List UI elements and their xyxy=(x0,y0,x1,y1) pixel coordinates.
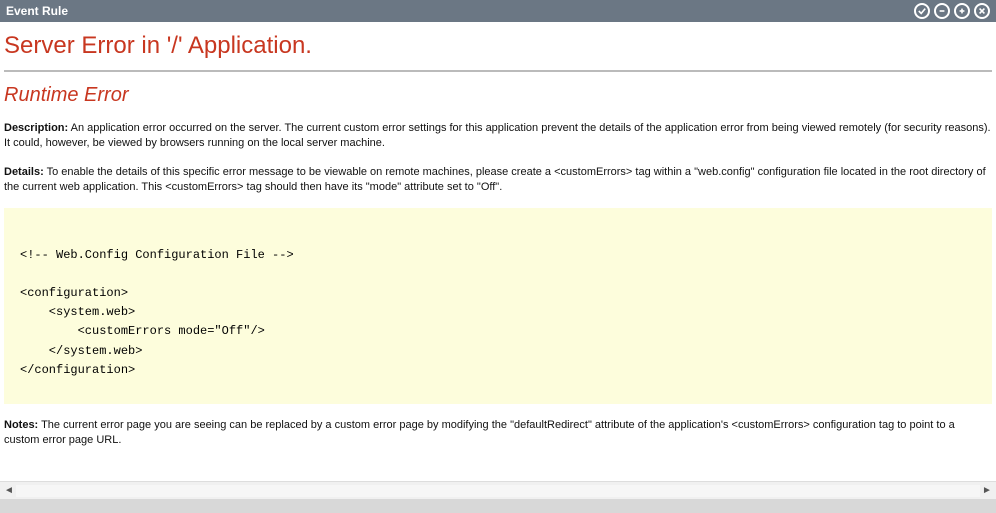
scroll-track[interactable] xyxy=(16,485,980,497)
details-paragraph: Details: To enable the details of this s… xyxy=(4,165,992,195)
divider xyxy=(4,70,992,72)
minimize-icon[interactable] xyxy=(934,3,950,19)
close-icon[interactable] xyxy=(974,3,990,19)
error-heading: Server Error in '/' Application. xyxy=(4,32,992,60)
details-text: To enable the details of this specific e… xyxy=(4,166,986,193)
window-titlebar: Event Rule xyxy=(0,0,996,22)
notes-label: Notes: xyxy=(4,419,38,431)
error-page-content[interactable]: Server Error in '/' Application. Runtime… xyxy=(0,22,996,481)
scroll-left-icon[interactable]: ◄ xyxy=(2,485,16,496)
window-controls xyxy=(914,3,990,19)
description-label: Description: xyxy=(4,122,68,134)
description-text: An application error occurred on the ser… xyxy=(4,122,991,149)
config-code-block: <!-- Web.Config Configuration File --> <… xyxy=(4,208,992,404)
footer-strip xyxy=(0,499,996,513)
description-paragraph: Description: An application error occurr… xyxy=(4,121,992,151)
horizontal-scrollbar[interactable]: ◄ ► xyxy=(0,481,996,499)
details-label: Details: xyxy=(4,166,44,178)
notes-text: The current error page you are seeing ca… xyxy=(4,419,955,446)
scroll-right-icon[interactable]: ► xyxy=(980,485,994,496)
window-title: Event Rule xyxy=(6,4,68,18)
check-icon[interactable] xyxy=(914,3,930,19)
notes-paragraph: Notes: The current error page you are se… xyxy=(4,418,992,448)
plus-icon[interactable] xyxy=(954,3,970,19)
error-subheading: Runtime Error xyxy=(4,84,992,107)
